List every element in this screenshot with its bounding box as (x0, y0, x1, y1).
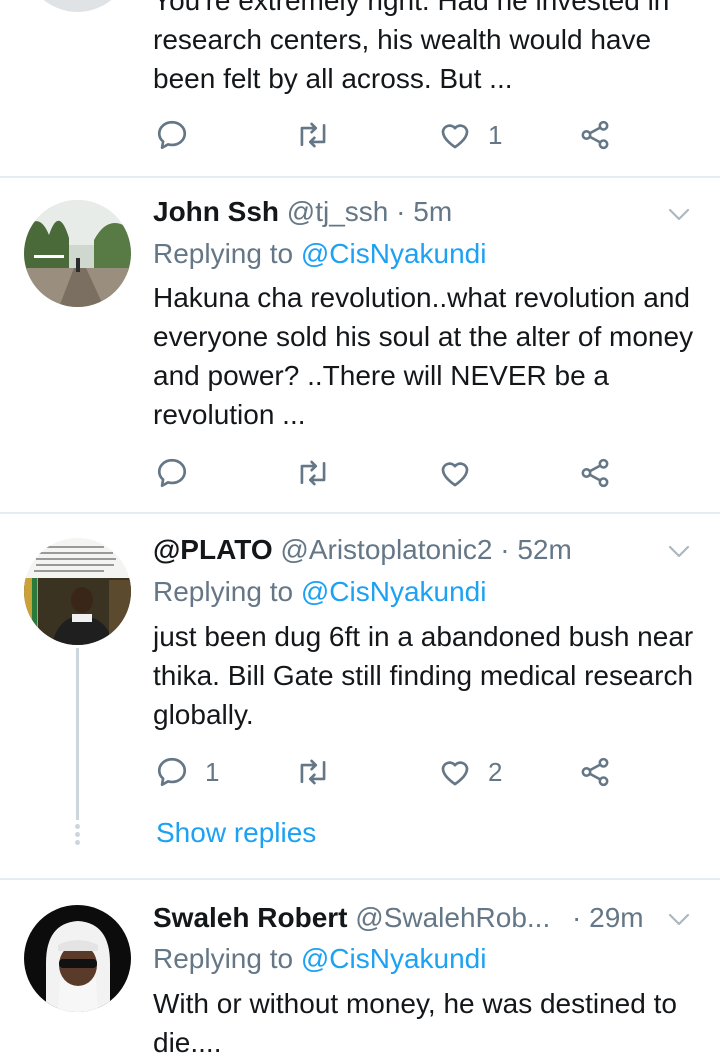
avatar[interactable] (24, 538, 131, 645)
separator-dot: · (500, 534, 510, 565)
avatar[interactable] (24, 200, 131, 307)
retweet-icon (295, 755, 331, 789)
reply-button[interactable] (155, 453, 205, 493)
retweet-icon (295, 456, 331, 490)
avatar[interactable] (24, 905, 131, 1012)
heart-icon (438, 755, 472, 789)
display-name[interactable]: @PLATO (153, 534, 273, 565)
replying-to: Replying to @CisNyakundi (153, 941, 486, 977)
tweet-text: Hakuna cha revolution..what revolution a… (153, 282, 694, 430)
username[interactable]: @SwalehRob... (355, 902, 550, 933)
tweet-1[interactable]: John Ssh @tj_ssh · 5m Replying to @CisNy… (0, 178, 720, 512)
reply-button[interactable]: 1 (155, 752, 219, 792)
like-count: 1 (488, 119, 503, 150)
display-name[interactable]: John Ssh (153, 196, 279, 227)
replying-to-label: Replying to (153, 576, 294, 607)
tweet-header: @PLATO @Aristoplatonic2 · 52m (153, 532, 572, 568)
tweet-3[interactable]: Swaleh Robert @SwalehRob... · 29m Replyi… (0, 880, 720, 1060)
replying-to: Replying to @CisNyakundi (153, 236, 486, 272)
heart-icon (438, 456, 472, 490)
tweet-text: just been dug 6ft in a abandoned bush ne… (153, 621, 694, 730)
tweet-actions: 1 2 (155, 752, 625, 792)
mention-link[interactable]: @CisNyakundi (301, 943, 487, 974)
replying-to-label: Replying to (153, 238, 294, 269)
share-icon (578, 118, 612, 152)
mention-link[interactable]: @CisNyakundi (301, 576, 487, 607)
avatar[interactable] (24, 0, 131, 12)
thread-line (76, 648, 79, 820)
tweet-actions (155, 453, 625, 493)
share-button[interactable] (578, 752, 612, 792)
like-button[interactable]: 2 (438, 752, 502, 792)
chevron-down-icon[interactable] (666, 538, 692, 564)
retweet-icon (295, 118, 331, 152)
thread-dots (74, 824, 81, 848)
username[interactable]: @tj_ssh (287, 196, 389, 227)
chevron-down-icon[interactable] (666, 201, 692, 227)
comment-icon (155, 456, 189, 490)
mention-link[interactable]: @CisNyakundi (301, 238, 487, 269)
share-button[interactable] (578, 453, 612, 493)
like-button[interactable]: 1 (438, 115, 502, 155)
tweet-0[interactable]: You're extremely right. Had he invested … (0, 0, 720, 176)
separator-dot: · (396, 196, 406, 227)
tweet-actions: 1 (155, 115, 625, 155)
like-button[interactable] (438, 453, 488, 493)
reply-count: 1 (205, 756, 220, 787)
replying-to: Replying to @CisNyakundi (153, 574, 486, 610)
tweet-text: You're extremely right. Had he invested … (153, 0, 670, 94)
show-replies-link[interactable]: Show replies (156, 817, 316, 849)
share-icon (578, 755, 612, 789)
retweet-button[interactable] (295, 453, 331, 493)
tweet-header: John Ssh @tj_ssh · 5m (153, 194, 452, 230)
username[interactable]: @Aristoplatonic2 (280, 534, 492, 565)
retweet-button[interactable] (295, 115, 331, 155)
like-count: 2 (488, 756, 503, 787)
replying-to-label: Replying to (153, 943, 294, 974)
share-button[interactable] (578, 115, 612, 155)
separator-dot: · (572, 902, 582, 933)
tweet-header: Swaleh Robert @SwalehRob... · 29m (153, 900, 644, 936)
chevron-down-icon[interactable] (666, 906, 692, 932)
tweet-2[interactable]: @PLATO @Aristoplatonic2 · 52m Replying t… (0, 514, 720, 878)
comment-icon (155, 118, 189, 152)
comment-icon (155, 755, 189, 789)
timestamp[interactable]: 5m (413, 196, 452, 227)
tweet-text: With or without money, he was destined t… (153, 988, 677, 1058)
retweet-button[interactable] (295, 752, 331, 792)
timestamp[interactable]: 52m (517, 534, 571, 565)
timestamp[interactable]: 29m (589, 902, 643, 933)
display-name[interactable]: Swaleh Robert (153, 902, 347, 933)
reply-button[interactable] (155, 115, 205, 155)
share-icon (578, 456, 612, 490)
heart-icon (438, 118, 472, 152)
